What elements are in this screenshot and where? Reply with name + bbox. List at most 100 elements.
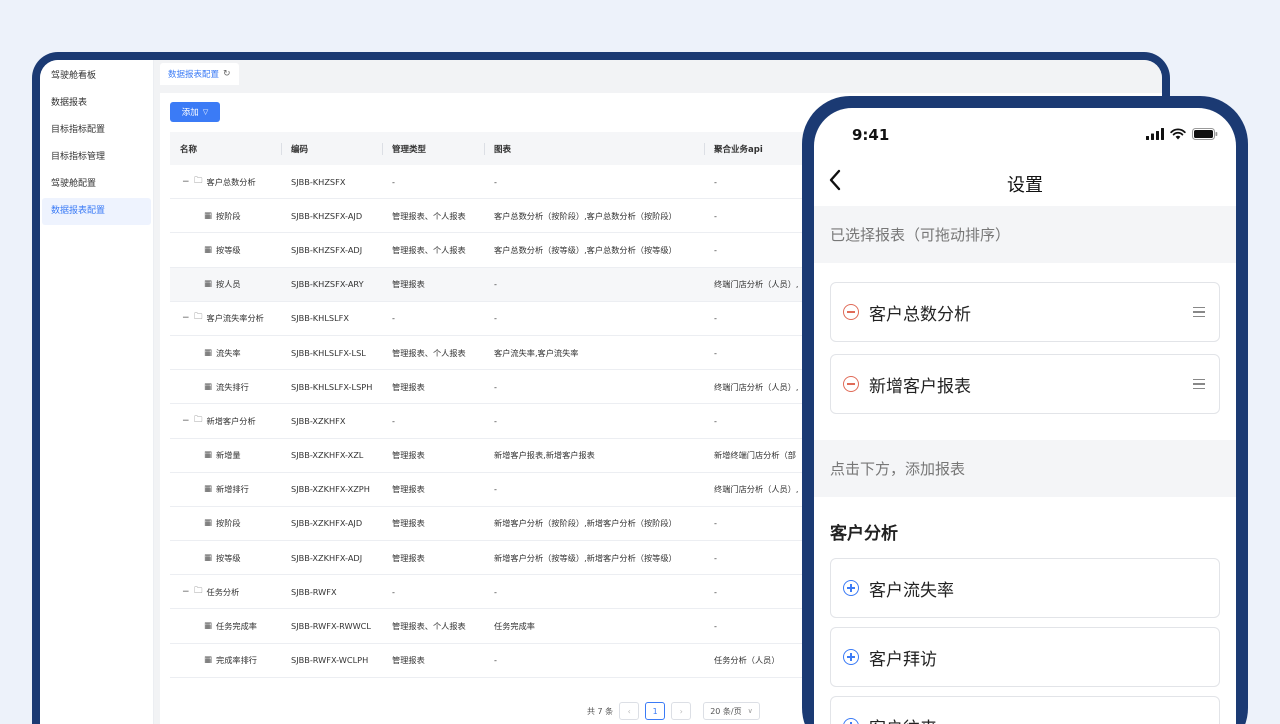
row-name-label: 任务分析 bbox=[206, 586, 240, 597]
table-row[interactable]: − 🗀 新增客户分析 SJBB-XZKHFX - - - bbox=[170, 404, 850, 439]
page-title: 设置 bbox=[1007, 175, 1043, 196]
available-report-item[interactable]: 客户流失率 bbox=[830, 558, 1220, 618]
table-row[interactable]: − 🗀 客户总数分析 SJBB-KHZSFX - - - bbox=[170, 165, 850, 200]
sidebar-item[interactable]: 数据报表 bbox=[42, 90, 151, 117]
col-chart[interactable]: 图表 bbox=[484, 132, 704, 165]
collapse-toggle-icon[interactable]: − bbox=[182, 313, 190, 323]
add-icon[interactable] bbox=[843, 580, 859, 596]
cell-code: SJBB-XZKHFX-ADJ bbox=[291, 552, 363, 563]
group-title: 客户分析 bbox=[830, 524, 898, 544]
cell-type: 管理报表 bbox=[392, 552, 425, 563]
cell-chart: 任务完成率 bbox=[494, 621, 535, 632]
drag-handle-icon[interactable] bbox=[1193, 378, 1205, 390]
cell-code: SJBB-KHZSFX-AJD bbox=[291, 210, 363, 221]
cell-code: SJBB-XZKHFX-AJD bbox=[291, 518, 363, 529]
folder-icon: 🗀 bbox=[194, 585, 203, 596]
add-icon[interactable] bbox=[843, 718, 859, 724]
next-page-icon[interactable]: › bbox=[671, 702, 692, 720]
drag-handle-icon[interactable] bbox=[1193, 306, 1205, 318]
table-row[interactable]: ▦ 流失排行 SJBB-KHLSLFX-LSPH 管理报表 - 终端门店分析（人员）, bbox=[170, 370, 850, 405]
cell-name: − 🗀 客户流失率分析 bbox=[170, 311, 281, 325]
table-row[interactable]: ▦ 任务完成率 SJBB-RWFX-RWWCL 管理报表、个人报表 任务完成率 - bbox=[170, 609, 850, 644]
table-row[interactable]: ▦ 流失率 SJBB-KHLSLFX-LSL 管理报表、个人报表 客户流失率,客户流失率… bbox=[170, 336, 850, 371]
page-number[interactable]: 1 bbox=[645, 702, 666, 720]
table-icon: ▦ bbox=[204, 450, 213, 461]
table-row[interactable]: ▦ 按等级 SJBB-KHZSFX-ADJ 管理报表、个人报表 客户总数分析（按等级）,… bbox=[170, 233, 850, 268]
sidebar-item[interactable]: 驾驶舱看板 bbox=[42, 63, 151, 90]
selected-report-item[interactable]: 新增客户报表 bbox=[830, 354, 1220, 414]
add-button[interactable]: 添加 ▽ bbox=[170, 102, 220, 122]
add-button-label: 添加 bbox=[181, 108, 199, 118]
table-row[interactable]: ▦ 按人员 SJBB-KHZSFX-ARY 管理报表 - 终端门店分析（人员）, bbox=[170, 267, 850, 302]
table-row[interactable]: − 🗀 任务分析 SJBB-RWFX - - - bbox=[170, 575, 850, 610]
cell-type: - bbox=[392, 176, 395, 187]
table-icon: ▦ bbox=[204, 621, 213, 632]
row-name-label: 完成率排行 bbox=[216, 655, 257, 666]
collapse-toggle-icon[interactable]: − bbox=[182, 587, 190, 597]
row-name-label: 按等级 bbox=[216, 244, 241, 255]
folder-icon: 🗀 bbox=[194, 414, 203, 425]
tab-label: 数据报表配置 bbox=[168, 70, 220, 80]
available-report-item[interactable]: 客户拜访 bbox=[830, 627, 1220, 687]
cell-code: SJBB-XZKHFX-XZPH bbox=[291, 484, 370, 495]
sidebar-menu: 驾驶舱看板 数据报表 目标指标配置 目标指标管理 驾驶舱配置 数据报表配置 bbox=[40, 60, 153, 225]
cell-code: SJBB-RWFX bbox=[291, 586, 337, 597]
tab-report-config[interactable]: 数据报表配置 ↻ bbox=[160, 63, 239, 85]
cell-chart: 客户总数分析（按阶段）,客户总数分析（按阶段） bbox=[494, 210, 677, 221]
cell-chart: 新增客户分析（按等级）,新增客户分析（按等级） bbox=[494, 552, 677, 563]
signal-icon bbox=[1146, 128, 1164, 140]
prev-page-icon[interactable]: ‹ bbox=[619, 702, 640, 720]
table-row[interactable]: ▦ 按阶段 SJBB-KHZSFX-AJD 管理报表、个人报表 客户总数分析（按阶段）,… bbox=[170, 199, 850, 234]
cell-chart: - bbox=[494, 176, 497, 187]
cell-name: − 🗀 客户总数分析 bbox=[170, 175, 281, 189]
cell-name: − 🗀 新增客户分析 bbox=[170, 414, 281, 428]
cell-type: 管理报表 bbox=[392, 655, 425, 666]
table-icon: ▦ bbox=[204, 484, 213, 495]
sidebar-item[interactable]: 目标指标配置 bbox=[42, 117, 151, 144]
report-label: 客户流失率 bbox=[869, 580, 954, 601]
folder-icon: 🗀 bbox=[194, 175, 203, 186]
cell-chart: - bbox=[494, 279, 497, 290]
add-icon[interactable] bbox=[843, 649, 859, 665]
sidebar-item[interactable]: 驾驶舱配置 bbox=[42, 171, 151, 198]
total-count: 共 7 条 bbox=[587, 706, 614, 716]
refresh-icon[interactable]: ↻ bbox=[223, 69, 231, 79]
selected-report-item[interactable]: 客户总数分析 bbox=[830, 282, 1220, 342]
cell-type: - bbox=[392, 313, 395, 324]
cell-type: 管理报表、个人报表 bbox=[392, 210, 466, 221]
table-row[interactable]: ▦ 新增排行 SJBB-XZKHFX-XZPH 管理报表 - 终端门店分析（人员）, bbox=[170, 473, 850, 507]
table-row[interactable]: − 🗀 客户流失率分析 SJBB-KHLSLFX - - - bbox=[170, 302, 850, 336]
col-code[interactable]: 编码 bbox=[281, 132, 382, 165]
table-icon: ▦ bbox=[204, 552, 213, 563]
table-row[interactable]: ▦ 按阶段 SJBB-XZKHFX-AJD 管理报表 新增客户分析（按阶段）,新增客户分… bbox=[170, 507, 850, 542]
cell-chart: - bbox=[494, 484, 497, 495]
sidebar-item[interactable]: 目标指标管理 bbox=[42, 144, 151, 171]
collapse-toggle-icon[interactable]: − bbox=[182, 416, 190, 426]
table-body: − 🗀 客户总数分析 SJBB-KHZSFX - - - ▦ 按阶段 SJBB-KHZSFX-AJ… bbox=[170, 165, 850, 678]
page-size-value: 20 条/页 bbox=[710, 706, 742, 716]
cell-chart: 客户总数分析（按等级）,客户总数分析（按等级） bbox=[494, 244, 677, 255]
table-row[interactable]: ▦ 新增量 SJBB-XZKHFX-XZL 管理报表 新增客户报表,新增客户报表 新增终端… bbox=[170, 439, 850, 473]
sidebar-item[interactable]: 数据报表配置 bbox=[42, 198, 151, 225]
remove-icon[interactable] bbox=[843, 304, 859, 320]
cell-type: 管理报表 bbox=[392, 279, 425, 290]
table-row[interactable]: ▦ 完成率排行 SJBB-RWFX-WCLPH 管理报表 - 任务分析（人员） bbox=[170, 644, 850, 678]
row-name-label: 新增客户分析 bbox=[206, 415, 256, 426]
table-icon: ▦ bbox=[204, 210, 213, 221]
available-report-item[interactable]: 客户往来 bbox=[830, 696, 1220, 724]
page-size-select[interactable]: 20 条/页 ∨ bbox=[703, 702, 760, 720]
cell-type: 管理报表 bbox=[392, 484, 425, 495]
row-name-label: 新增量 bbox=[216, 450, 241, 461]
cell-name: ▦ 按阶段 bbox=[170, 210, 281, 222]
table-row[interactable]: ▦ 按等级 SJBB-XZKHFX-ADJ 管理报表 新增客户分析（按等级）,新增客户分… bbox=[170, 541, 850, 576]
cell-code: SJBB-RWFX-WCLPH bbox=[291, 655, 369, 666]
collapse-toggle-icon[interactable]: − bbox=[182, 177, 190, 187]
status-time: 9:41 bbox=[852, 126, 890, 144]
remove-icon[interactable] bbox=[843, 376, 859, 392]
cell-name: ▦ 流失率 bbox=[170, 347, 281, 359]
cell-type: 管理报表 bbox=[392, 381, 425, 392]
col-type[interactable]: 管理类型 bbox=[382, 132, 484, 165]
col-name[interactable]: 名称 bbox=[170, 132, 281, 165]
cell-name: ▦ 按人员 bbox=[170, 278, 281, 290]
row-name-label: 新增排行 bbox=[216, 484, 249, 495]
